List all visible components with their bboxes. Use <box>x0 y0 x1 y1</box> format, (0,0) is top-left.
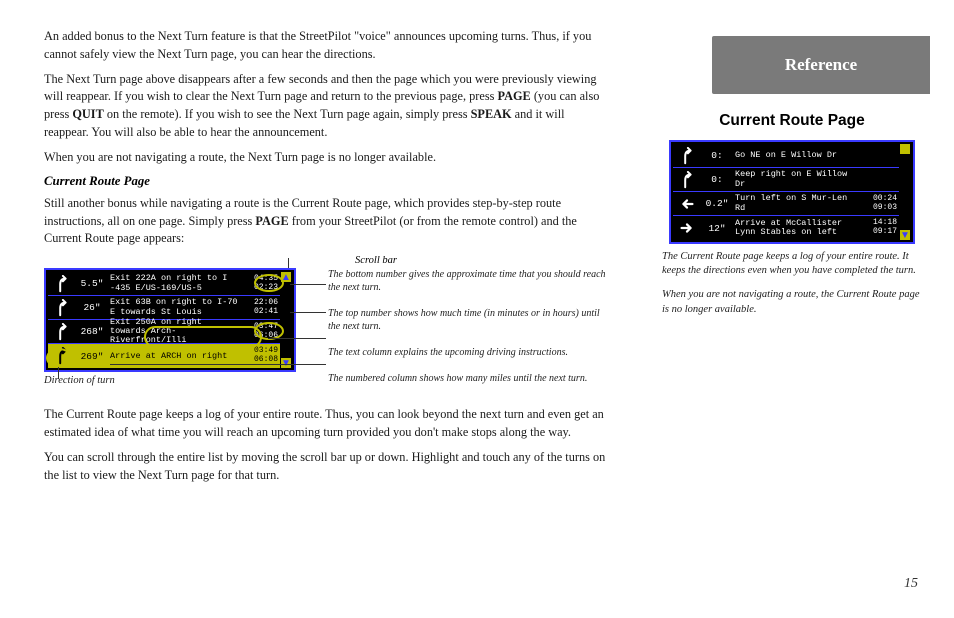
distance-value: 26" <box>76 302 108 313</box>
callout-line <box>290 312 326 313</box>
para-bonus-route: Still another bonus while navigating a r… <box>44 195 608 248</box>
scroll-down-icon: ▼ <box>900 230 910 240</box>
scroll-thumb-icon <box>900 144 910 154</box>
instruction-text: Turn left on S Mur-Len Rd <box>733 194 863 213</box>
callout-line <box>268 338 326 339</box>
instruction-text: Keep right on E Willow Dr <box>733 170 863 189</box>
turn-arrow-icon <box>48 297 76 319</box>
right-title: Current Route Page <box>654 112 930 130</box>
gps-screenshot-right: 0:Go NE on E Willow Dr0:Keep right on E … <box>669 140 915 244</box>
time-values: 22:0602:41 <box>244 299 280 317</box>
turn-arrow-icon <box>48 321 76 343</box>
gps-row: 5.5"Exit 222A on right to I -435 E/US-16… <box>48 272 280 296</box>
callout-line <box>58 367 59 379</box>
time-values: 14:1809:17 <box>863 219 899 237</box>
scroll-down-icon: ▼ <box>281 358 291 368</box>
gps-row: 0.2"Turn left on S Mur-Len Rd00:2409:03 <box>673 192 899 216</box>
distance-value: 0.2" <box>701 198 733 209</box>
distance-value: 5.5" <box>76 278 108 289</box>
caption-keeps-log: The Current Route page keeps a log of yo… <box>654 250 930 278</box>
scrollbar-label: Scroll bar <box>144 255 608 266</box>
para-not-navigating: When you are not navigating a route, the… <box>44 149 608 167</box>
distance-value: 12" <box>701 223 733 234</box>
callout-line <box>290 284 326 285</box>
para-bonus: An added bonus to the Next Turn feature … <box>44 28 608 64</box>
turn-arrow-icon <box>673 169 701 191</box>
instruction-text: Exit 63B on right to I-70 E towards St L… <box>108 298 244 317</box>
gps-scrollbar: ▼ <box>899 144 911 240</box>
direction-of-turn-label: Direction of turn <box>44 375 296 386</box>
turn-arrow-icon <box>48 273 76 295</box>
instruction-text: Arrive at ARCH on right <box>108 352 244 361</box>
time-values <box>863 151 899 160</box>
turn-arrow-icon <box>48 345 76 367</box>
instruction-text: Exit 222A on right to I -435 E/US-169/US… <box>108 274 244 293</box>
callout-top-number: The top number shows how much time (in m… <box>328 307 608 333</box>
callout-numbered-column: The numbered column shows how many miles… <box>328 372 608 385</box>
turn-arrow-icon <box>673 145 701 167</box>
distance-value: 0: <box>701 150 733 161</box>
para-keeps-log: The Current Route page keeps a log of yo… <box>44 406 608 442</box>
scroll-up-icon: ▲ <box>281 272 291 282</box>
time-values: 00:2409:03 <box>863 195 899 213</box>
para-disappears: The Next Turn page above disappears afte… <box>44 71 608 142</box>
gps-scrollbar: ▲ ▼ <box>280 272 292 368</box>
instruction-text: Arrive at McCallister Lynn Stables on le… <box>733 219 863 238</box>
callout-line <box>110 364 326 365</box>
caption-not-navigating: When you are not navigating a route, the… <box>654 288 930 316</box>
distance-value: 0: <box>701 174 733 185</box>
gps-row: 268"Exit 250A on right towards Arch-Rive… <box>48 320 280 344</box>
reference-band: Reference <box>712 36 930 94</box>
instruction-text: Exit 250A on right towards Arch-Riverfro… <box>108 318 244 346</box>
para-scroll: You can scroll through the entire list b… <box>44 449 608 485</box>
distance-value: 268" <box>76 326 108 337</box>
gps-row: 0:Go NE on E Willow Dr <box>673 144 899 168</box>
callout-line <box>288 258 289 268</box>
left-figure: 5.5"Exit 222A on right to I -435 E/US-16… <box>44 268 608 398</box>
gps-screenshot-left: 5.5"Exit 222A on right to I -435 E/US-16… <box>44 268 296 386</box>
time-values: 03:4906:08 <box>244 347 280 365</box>
callout-text-column: The text column explains the upcoming dr… <box>328 346 608 359</box>
instruction-text: Go NE on E Willow Dr <box>733 151 863 160</box>
callout-bottom-number: The bottom number gives the approximate … <box>328 268 608 294</box>
gps-row: 26"Exit 63B on right to I-70 E towards S… <box>48 296 280 320</box>
gps-row: 0:Keep right on E Willow Dr <box>673 168 899 192</box>
turn-arrow-icon <box>673 193 701 215</box>
turn-arrow-icon <box>673 217 701 239</box>
callouts: The bottom number gives the approximate … <box>328 268 608 398</box>
distance-value: 269" <box>76 351 108 362</box>
subhead-current-route: Current Route Page <box>44 174 608 189</box>
time-values <box>863 175 899 184</box>
gps-row: 12"Arrive at McCallister Lynn Stables on… <box>673 216 899 240</box>
page-number: 15 <box>904 576 918 592</box>
time-values: 04:3502:23 <box>244 275 280 293</box>
